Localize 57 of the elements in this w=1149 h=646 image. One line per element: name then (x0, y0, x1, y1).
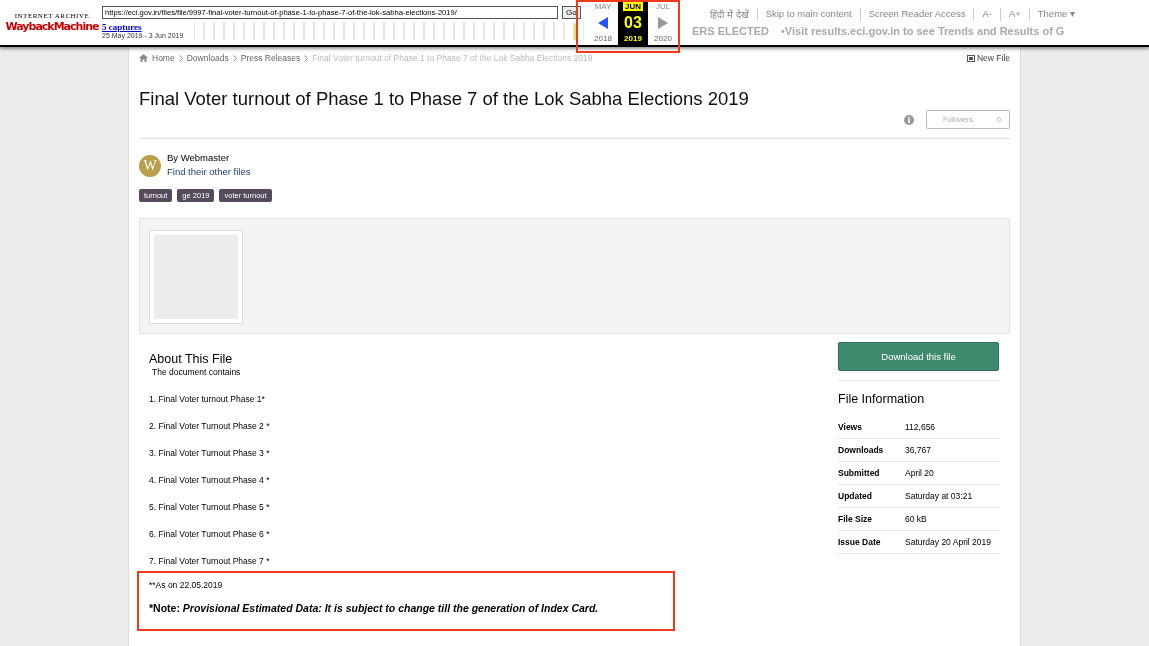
chevron-icon (232, 54, 237, 62)
chevron-icon (304, 54, 309, 62)
ticker-text: •Visit results.eci.gov.in to see Trends and Results of G (781, 25, 1065, 37)
breadcrumb-link[interactable]: Press Releases (240, 53, 301, 63)
header-link[interactable]: Screen Reader Access (859, 8, 966, 21)
list-item: 4. Final Voter Turnout Phase 4 * (149, 475, 271, 485)
file-icon (966, 54, 975, 62)
header-link[interactable]: Theme ▾ (1028, 8, 1075, 21)
info-value: 60 kB (905, 514, 928, 524)
month-tab[interactable]: JUL (655, 2, 671, 11)
info-label: Updated (838, 491, 873, 501)
info-value: Saturday at 03:21 (905, 491, 974, 501)
download-button[interactable]: Download this file (838, 342, 999, 371)
next-arrow-icon[interactable] (658, 16, 668, 29)
header-link[interactable]: हिंदी में देखें (710, 8, 749, 21)
date-note: **As on 22.05.2019 (149, 580, 224, 590)
home-icon (139, 54, 148, 62)
intro-text: The document contains (152, 367, 242, 377)
month-tab[interactable]: JUN (623, 2, 643, 11)
info-label: Views (838, 422, 863, 432)
month-tab[interactable]: MAY (594, 2, 612, 11)
info-label: Downloads (838, 445, 885, 455)
info-label: Submitted (838, 468, 881, 478)
section-heading: File Information (838, 380, 1000, 416)
year-tab[interactable]: 2020 (654, 34, 672, 43)
header-link[interactable]: A- (973, 8, 992, 21)
section-heading: About This File (149, 352, 234, 366)
ticker-text: ERS ELECTED (692, 25, 769, 37)
list-item: 7. Final Voter Turnout Phase 7 * (149, 556, 271, 566)
author-name: By Webmaster (167, 152, 231, 163)
list-item: 3. Final Voter Turnout Phase 3 * (149, 448, 271, 458)
header-link[interactable]: Skip to main content (756, 8, 852, 21)
breadcrumb-link[interactable]: Downloads (186, 53, 229, 63)
avatar: W (139, 155, 161, 177)
info-value: April 20 (905, 468, 935, 478)
list-item: 5. Final Voter Turnout Phase 5 * (149, 502, 271, 512)
info-value: Saturday 20 April 2019 (905, 537, 992, 547)
info-value: 36,767 (905, 445, 932, 455)
header-link[interactable]: A+ (999, 8, 1021, 21)
file-title: Final Voter turnout of Phase 1 to Phase 7 of the Lok Sabha Elections 2019 (139, 88, 750, 110)
info-label: Issue Date (838, 537, 882, 547)
breadcrumb-link[interactable]: Home (152, 53, 175, 63)
new-file-link[interactable]: New File (966, 53, 1010, 63)
info-label: File Size (838, 514, 873, 524)
capture-day: 03 (624, 14, 642, 31)
year-tab[interactable]: 2019 (624, 34, 642, 43)
list-item: 6. Final Voter Turnout Phase 6 * (149, 529, 271, 539)
info-value: 112,656 (905, 422, 937, 432)
year-tab[interactable]: 2018 (594, 34, 612, 43)
list-item: 1. Final Voter turnout Phase 1* (149, 394, 266, 404)
info-icon[interactable] (904, 114, 914, 125)
chevron-icon (178, 54, 183, 62)
list-item: 2. Final Voter Turnout Phase 2 * (149, 421, 271, 431)
previous-arrow-icon[interactable] (598, 16, 608, 29)
captures-link[interactable]: 5 captures (102, 21, 188, 32)
note-text: *Note: Provisional Estimated Data: It is subject to change till the generation of Index Card. (149, 602, 600, 614)
other-files-link[interactable]: Find their other files (167, 166, 251, 177)
